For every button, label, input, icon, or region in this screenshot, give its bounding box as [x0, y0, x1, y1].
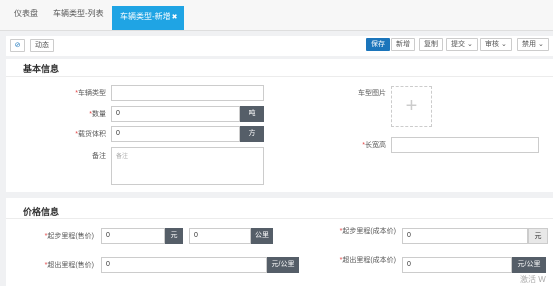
- start-price-unit: 元: [165, 228, 183, 244]
- vehicle-type-input[interactable]: [111, 85, 264, 101]
- label-extra-price: *超出里程(售价): [44, 262, 94, 269]
- volume-input[interactable]: 0: [111, 126, 240, 142]
- price-info-panel: 价格信息 *起步里程(售价) 0 元 0 公里 *起步里程(成本价) 0 元 *…: [6, 198, 553, 286]
- divider: [6, 76, 553, 77]
- save-button[interactable]: 保存: [366, 38, 390, 51]
- submit-button[interactable]: 提交 ⌄: [446, 38, 478, 51]
- chevron-down-icon: ⌄: [537, 41, 544, 48]
- plus-icon: +: [405, 95, 418, 117]
- disable-label: 禁用: [522, 41, 536, 48]
- toolbar: ⊘ 动态 保存 新增 复制 提交 ⌄ 审核 ⌄ 禁用 ⌄: [6, 36, 553, 56]
- label-start-cost: *起步里程(成本价): [339, 228, 396, 235]
- section-title-basic: 基本信息: [23, 64, 60, 74]
- quantity-unit: 吨: [240, 106, 264, 122]
- tab-vehicle-type-list[interactable]: 车辆类型-列表: [53, 8, 104, 19]
- add-button[interactable]: 新增: [391, 38, 415, 51]
- dynamic-button[interactable]: 动态: [30, 39, 54, 52]
- label-remark: 备注: [92, 153, 106, 160]
- chevron-down-icon: ⌄: [466, 41, 473, 48]
- tab-bar: 仪表盘 车辆类型-列表 车辆类型-新增✖: [0, 0, 553, 31]
- tab-vehicle-type-new[interactable]: 车辆类型-新增✖: [112, 6, 184, 30]
- dimensions-input[interactable]: [391, 137, 539, 153]
- section-title-price: 价格信息: [23, 207, 60, 217]
- label-start-price: *起步里程(售价): [44, 233, 94, 240]
- extra-price-input[interactable]: 0: [101, 257, 267, 273]
- submit-label: 提交: [451, 41, 465, 48]
- start-km-input[interactable]: 0: [189, 228, 251, 244]
- label-vehicle-image: 车型图片: [358, 90, 386, 97]
- divider: [6, 218, 553, 219]
- tab-dashboard[interactable]: 仪表盘: [14, 8, 38, 19]
- link-icon[interactable]: ⊘: [10, 39, 25, 52]
- start-price-input[interactable]: 0: [101, 228, 165, 244]
- volume-unit: 方: [240, 126, 264, 142]
- quantity-input[interactable]: 0: [111, 106, 240, 122]
- close-icon[interactable]: ✖: [172, 14, 178, 21]
- image-upload[interactable]: +: [391, 86, 432, 127]
- disable-button[interactable]: 禁用 ⌄: [517, 38, 549, 51]
- start-km-unit: 公里: [251, 228, 273, 244]
- chevron-down-icon: ⌄: [500, 41, 507, 48]
- extra-price-unit: 元/公里: [267, 257, 299, 273]
- start-cost-unit: 元: [528, 228, 548, 244]
- extra-cost-input[interactable]: 0: [402, 257, 512, 273]
- tab-label: 车辆类型-新增: [120, 12, 171, 21]
- label-volume: *载货体积: [75, 131, 106, 138]
- activation-watermark: 激活 W: [520, 275, 546, 284]
- label-extra-cost: *超出里程(成本价): [339, 257, 396, 264]
- label-quantity: *数量: [89, 111, 106, 118]
- review-label: 审核: [485, 41, 499, 48]
- extra-cost-unit: 元/公里: [512, 257, 546, 273]
- label-dimensions: *长宽高: [362, 142, 386, 149]
- start-cost-input[interactable]: 0: [402, 228, 528, 244]
- basic-info-panel: 基本信息 *车辆类型 *数量 0 吨 *载货体积 0 方 备注 备注 车型图片 …: [6, 59, 553, 192]
- copy-button[interactable]: 复制: [419, 38, 443, 51]
- label-vehicle-type: *车辆类型: [75, 90, 106, 97]
- review-button[interactable]: 审核 ⌄: [480, 38, 512, 51]
- remark-textarea[interactable]: 备注: [111, 147, 264, 185]
